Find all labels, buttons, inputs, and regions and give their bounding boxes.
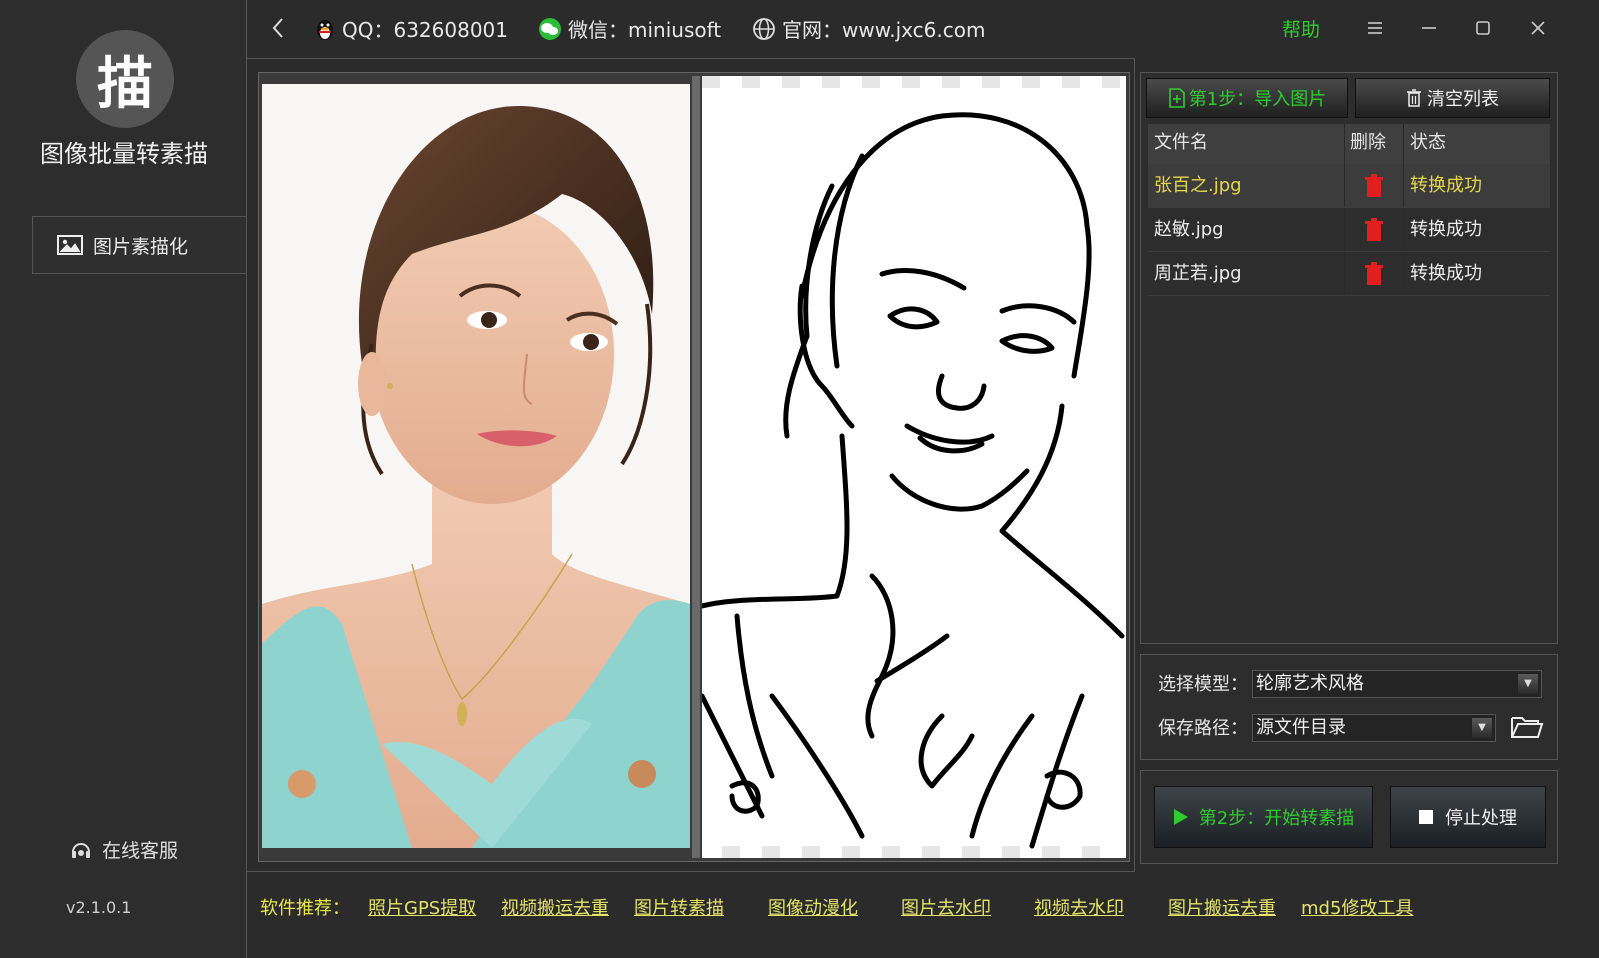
delete-icon[interactable] (1364, 174, 1384, 198)
sidebar-item-label: 图片素描化 (93, 235, 189, 258)
sketch-image (702, 76, 1126, 858)
column-header-filename[interactable]: 文件名 (1154, 124, 1208, 164)
app-logo: 描 (76, 30, 174, 128)
row-filename: 周芷若.jpg (1154, 263, 1242, 284)
original-image (262, 84, 690, 848)
import-images-button[interactable]: 第1步：导入图片 (1146, 78, 1348, 118)
import-images-label: 第1步：导入图片 (1188, 89, 1327, 110)
link-image-dedupe[interactable]: 图片搬运去重 (1168, 894, 1276, 920)
save-path-select[interactable]: 源文件目录 ▼ (1252, 714, 1496, 742)
qq-penguin-icon (317, 19, 333, 40)
link-video-watermark[interactable]: 视频去水印 (1034, 894, 1124, 920)
trash-icon (1407, 89, 1421, 107)
table-row[interactable]: 赵敏.jpg 转换成功 (1148, 208, 1550, 252)
stop-icon (1419, 810, 1433, 824)
wechat-icon (539, 17, 561, 40)
version-label: v2.1.0.1 (66, 898, 132, 917)
qq-contact: QQ：632608001 (314, 14, 508, 43)
link-gps-extract[interactable]: 照片GPS提取 (368, 894, 476, 920)
row-status: 转换成功 (1410, 219, 1482, 240)
folder-open-icon[interactable] (1510, 712, 1544, 740)
software-recommendations: 软件推荐： (260, 894, 374, 920)
clear-list-label: 清空列表 (1427, 89, 1499, 110)
menu-icon[interactable] (1360, 14, 1390, 42)
chevron-down-icon: ▼ (1471, 717, 1493, 739)
link-md5-tool[interactable]: md5修改工具 (1301, 894, 1413, 920)
close-icon[interactable] (1523, 14, 1553, 42)
save-path-label: 保存路径： (1158, 718, 1248, 739)
row-status: 转换成功 (1410, 175, 1482, 196)
chevron-down-icon: ▼ (1517, 673, 1539, 695)
globe-icon (753, 17, 775, 40)
row-filename: 赵敏.jpg (1154, 219, 1224, 240)
qq-text: QQ：632608001 (342, 18, 509, 42)
row-filename: 张百之.jpg (1154, 175, 1242, 196)
image-icon (57, 235, 83, 255)
delete-icon[interactable] (1364, 262, 1384, 286)
help-link[interactable]: 帮助 (1282, 15, 1320, 42)
save-path-value: 源文件目录 (1256, 717, 1346, 738)
start-sketch-label: 第2步：开始转素描 (1198, 808, 1355, 829)
column-header-delete[interactable]: 删除 (1350, 124, 1386, 164)
sketch-illustration (702, 76, 1126, 858)
link-video-dedupe[interactable]: 视频搬运去重 (501, 894, 609, 920)
website-link[interactable]: 官网：www.jxc6.com (752, 14, 985, 43)
table-row[interactable]: 张百之.jpg 转换成功 (1148, 164, 1550, 208)
add-file-icon (1168, 88, 1185, 108)
column-header-status[interactable]: 状态 (1410, 124, 1446, 164)
compare-splitter-handle[interactable] (692, 76, 700, 858)
file-table-header: 文件名 删除 状态 (1148, 124, 1550, 164)
model-select[interactable]: 轮廓艺术风格 ▼ (1252, 670, 1542, 698)
support-label: 在线客服 (102, 840, 179, 862)
original-photo-illustration (262, 84, 690, 848)
recommend-links: 照片GPS提取 视频搬运去重 图片转素描 图像动漫化 图片去水印 视频去水印 图… (368, 894, 1468, 920)
model-select-value: 轮廓艺术风格 (1256, 673, 1364, 694)
row-status: 转换成功 (1410, 263, 1482, 284)
delete-icon[interactable] (1364, 218, 1384, 242)
wechat-contact: 微信：miniusoft (538, 14, 721, 43)
stop-processing-button[interactable]: 停止处理 (1390, 786, 1546, 848)
start-sketch-button[interactable]: 第2步：开始转素描 (1154, 786, 1373, 848)
maximize-icon[interactable] (1468, 14, 1498, 42)
back-icon[interactable] (268, 14, 288, 42)
headset-icon (72, 842, 90, 858)
recommend-label: 软件推荐： (260, 898, 350, 919)
link-photo-sketch[interactable]: 图片转素描 (634, 894, 724, 920)
wechat-text: 微信：miniusoft (568, 18, 722, 42)
stop-processing-label: 停止处理 (1445, 808, 1517, 829)
minimize-icon[interactable] (1414, 14, 1444, 42)
table-row[interactable]: 周芷若.jpg 转换成功 (1148, 252, 1550, 296)
clear-list-button[interactable]: 清空列表 (1355, 78, 1550, 118)
website-text: 官网：www.jxc6.com (782, 18, 986, 42)
online-support-link[interactable]: 在线客服 (70, 836, 178, 863)
sidebar-item-sketch[interactable]: 图片素描化 (32, 216, 248, 274)
logo-char: 描 (97, 50, 153, 117)
link-image-anime[interactable]: 图像动漫化 (768, 894, 858, 920)
model-label: 选择模型： (1158, 674, 1248, 695)
play-icon (1173, 809, 1188, 825)
link-image-watermark[interactable]: 图片去水印 (901, 894, 991, 920)
app-title: 图像批量转素描 (40, 140, 208, 168)
